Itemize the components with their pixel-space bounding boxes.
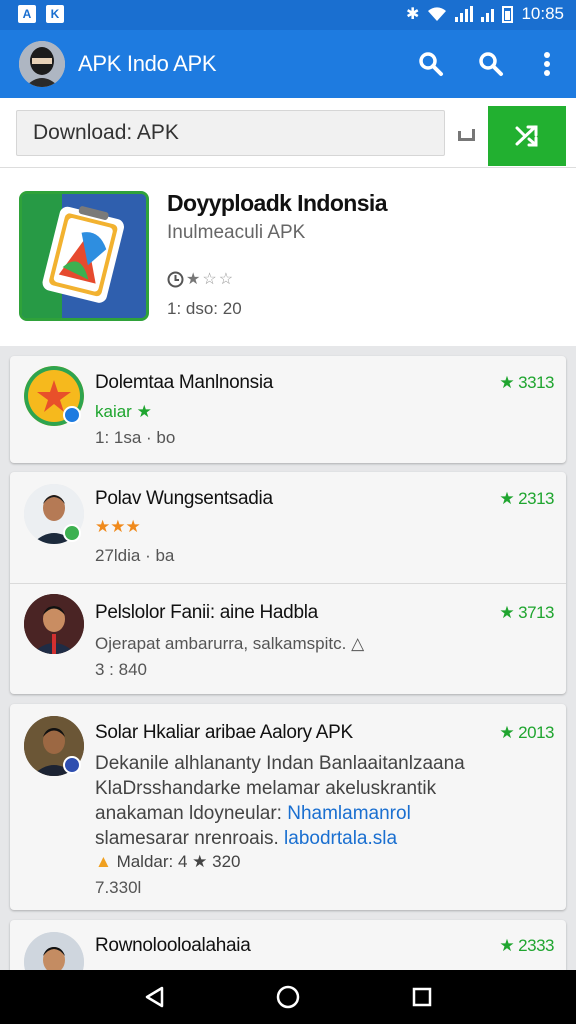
search-button[interactable]	[474, 47, 508, 81]
recents-icon	[412, 987, 432, 1007]
item-score: ★ 2313	[499, 489, 554, 508]
star-icon: ★	[136, 402, 152, 421]
status-time: 10:85	[521, 4, 564, 23]
featured-app[interactable]: Doyyploadk Indonsia Inulmeaculi APK ★ ☆ …	[0, 168, 576, 346]
item-score: ★ 2333	[499, 936, 554, 955]
item-score: ★ 3713	[499, 603, 554, 622]
recents-button[interactable]	[405, 980, 439, 1014]
bell-icon: △	[351, 634, 365, 653]
featured-rating: ★ ☆ ☆	[167, 269, 233, 289]
list-item[interactable]: Solar Hkaliar aribae Aalory APK ★ 2013 De…	[10, 704, 566, 910]
star-icon: ★	[499, 373, 515, 392]
thumbs-up-icon: ▲	[95, 852, 112, 871]
battery-icon	[502, 5, 514, 23]
star-icon: ★	[499, 723, 515, 742]
item-score: ★ 3313	[499, 373, 554, 392]
list-item[interactable]: Polav Wungsentsadia ★ 2313 ★★★ 27ldia · b…	[10, 472, 566, 583]
star-icon: ★	[499, 603, 515, 622]
avatar	[24, 594, 84, 654]
app-card: Dolemtaa Manlnonsia ★ 3313 kaiar ★ 1: 1sa…	[10, 356, 566, 463]
home-button[interactable]	[271, 980, 305, 1014]
featured-app-subtitle: Inulmeaculi APK	[167, 222, 306, 243]
signal-icon	[481, 6, 495, 22]
item-meta: 27ldia · ba	[95, 546, 175, 565]
star-empty-icon: ☆	[202, 271, 217, 288]
item-title: Solar Hkaliar aribae Aalory APK	[95, 722, 353, 743]
more-vert-icon	[544, 52, 550, 76]
app-card: Polav Wungsentsadia ★ 2313 ★★★ 27ldia · b…	[10, 472, 566, 694]
search-icon	[419, 52, 443, 76]
item-meta: 7.330l	[95, 878, 142, 897]
star-icon: ★	[186, 271, 201, 288]
featured-app-meta: 1: dso: 20	[167, 299, 242, 318]
description-link[interactable]: labodrtala.sla	[284, 828, 397, 849]
item-score: ★ 2013	[499, 723, 554, 742]
notification-icon: K	[46, 5, 64, 23]
overflow-menu-button[interactable]	[530, 47, 564, 81]
search-icon	[479, 52, 503, 76]
featured-app-title: Doyyploadk Indonsia	[167, 190, 388, 216]
system-nav-bar	[0, 970, 576, 1024]
clock-icon	[167, 271, 184, 287]
app-title: APK Indo APK	[78, 51, 217, 76]
star-icon: ★	[499, 489, 515, 508]
verified-badge-icon	[63, 406, 81, 424]
home-icon	[276, 985, 300, 1009]
shuffle-button[interactable]	[488, 106, 566, 166]
item-meta: 3 : 840	[95, 660, 147, 679]
star-icon: ★	[499, 936, 515, 955]
description-link[interactable]: Nhamlamanrol	[287, 803, 411, 824]
item-rating: ▲ Maldar: 4 ★ 320	[95, 852, 241, 871]
item-meta: 1: 1sa · bo	[95, 428, 176, 447]
verified-badge-icon	[63, 756, 81, 774]
featured-app-icon	[19, 191, 149, 321]
star-empty-icon: ☆	[218, 271, 234, 288]
search-button[interactable]	[414, 47, 448, 81]
back-button[interactable]	[137, 980, 171, 1014]
item-rating: ★★★	[95, 517, 141, 536]
status-badge-icon	[63, 524, 81, 542]
item-developer: kaiar ★	[95, 402, 152, 421]
filter-icon[interactable]	[456, 125, 480, 141]
status-bar: A K ✱ 10:85	[0, 0, 576, 30]
app-avatar[interactable]	[19, 41, 65, 87]
wifi-icon	[428, 7, 447, 21]
back-icon	[145, 986, 164, 1008]
app-bar: APK Indo APK	[0, 30, 576, 98]
item-description: Ojerapat ambarurra, salkamspitc. △	[95, 634, 365, 653]
search-input[interactable]	[16, 110, 445, 156]
item-title: Polav Wungsentsadia	[95, 488, 273, 509]
item-description: Dekanile alhlananty Indan Banlaaitanlzaa…	[95, 753, 465, 849]
list-item[interactable]: Pelslolor Fanii: aine Hadbla ★ 3713 Ojera…	[10, 584, 566, 694]
notification-icon: A	[18, 5, 36, 23]
bluetooth-icon: ✱	[406, 6, 420, 23]
item-title: Rownolooloalahaia	[95, 935, 251, 956]
list-item[interactable]: Dolemtaa Manlnonsia ★ 3313 kaiar ★ 1: 1sa…	[10, 356, 566, 463]
app-card: Solar Hkaliar aribae Aalory APK ★ 2013 De…	[10, 704, 566, 910]
item-title: Pelslolor Fanii: aine Hadbla	[95, 602, 318, 623]
signal-icon	[455, 6, 474, 22]
shuffle-icon	[515, 125, 538, 147]
item-title: Dolemtaa Manlnonsia	[95, 372, 274, 393]
